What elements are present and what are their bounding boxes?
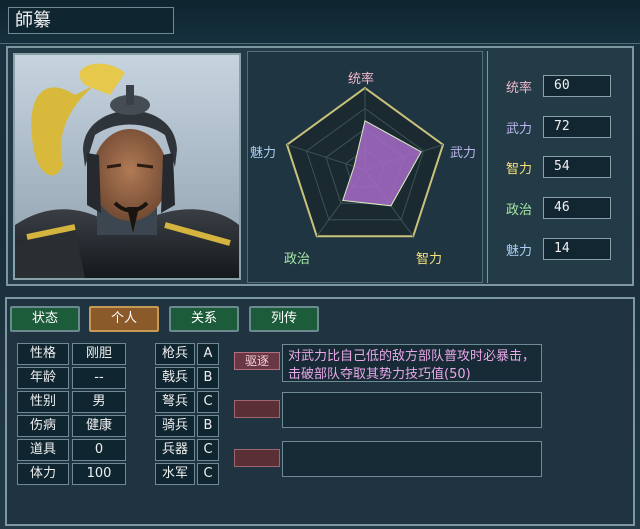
aptitude-grade-navy: C <box>197 463 219 485</box>
stat-value-charm: 14 <box>543 238 611 260</box>
aptitude-grade-siege: C <box>197 439 219 461</box>
aptitude-label-navy: 水军 <box>155 463 195 485</box>
aptitude-grade-halberd: B <box>197 367 219 389</box>
stat-label-politics: 政治 <box>506 203 533 218</box>
stat-value-force: 72 <box>543 116 611 138</box>
stat-label-charm: 魅力 <box>506 244 533 259</box>
aptitude-label-crossbow: 弩兵 <box>155 391 195 413</box>
stat-value-intel: 54 <box>543 156 611 178</box>
skill-button-3[interactable] <box>234 449 280 467</box>
radar-label-force: 武力 <box>450 146 477 161</box>
aptitude-label-cavalry: 骑兵 <box>155 415 195 437</box>
character-portrait <box>13 53 241 280</box>
personal-value-personality: 刚胆 <box>72 343 126 365</box>
tab-status[interactable]: 状态 <box>10 306 80 332</box>
personal-value-injury: 健康 <box>72 415 126 437</box>
aptitude-grade-cavalry: B <box>197 415 219 437</box>
skill-description-3 <box>282 441 542 477</box>
personal-value-age: -- <box>72 367 126 389</box>
skill-button-2[interactable] <box>234 400 280 418</box>
personal-label-age: 年龄 <box>17 367 69 389</box>
aptitude-label-spear: 枪兵 <box>155 343 195 365</box>
personal-label-personality: 性格 <box>17 343 69 365</box>
tab-personal[interactable]: 个人 <box>89 306 159 332</box>
personal-label-gender: 性别 <box>17 391 69 413</box>
aptitude-grade-spear: A <box>197 343 219 365</box>
skill-description-2 <box>282 392 542 428</box>
aptitude-label-halberd: 戟兵 <box>155 367 195 389</box>
personal-label-injury: 伤病 <box>17 415 69 437</box>
skill-button-1[interactable]: 驱逐 <box>234 352 280 370</box>
tab-biography[interactable]: 列传 <box>249 306 319 332</box>
personal-value-items: 0 <box>72 439 126 461</box>
skill-description-1: 对武力比自己低的敌方部队普攻时必暴击，击破部队夺取其势力技巧值(50) <box>282 344 542 382</box>
radar-label-politics: 政治 <box>284 252 311 267</box>
stat-label-force: 武力 <box>506 122 533 137</box>
personal-label-items: 道具 <box>17 439 69 461</box>
stat-value-command: 60 <box>543 75 611 97</box>
personal-value-stamina: 100 <box>72 463 126 485</box>
stat-label-intel: 智力 <box>506 162 533 177</box>
radar-label-charm: 魅力 <box>250 146 277 161</box>
tab-relations[interactable]: 关系 <box>169 306 239 332</box>
aptitude-label-siege: 兵器 <box>155 439 195 461</box>
stat-label-command: 统率 <box>506 81 533 96</box>
personal-label-stamina: 体力 <box>17 463 69 485</box>
radar-label-command: 统率 <box>348 72 375 87</box>
stat-value-politics: 46 <box>543 197 611 219</box>
radar-label-intel: 智力 <box>416 252 443 267</box>
personal-value-gender: 男 <box>72 391 126 413</box>
aptitude-grade-crossbow: C <box>197 391 219 413</box>
character-name: 師纂 <box>8 7 174 34</box>
